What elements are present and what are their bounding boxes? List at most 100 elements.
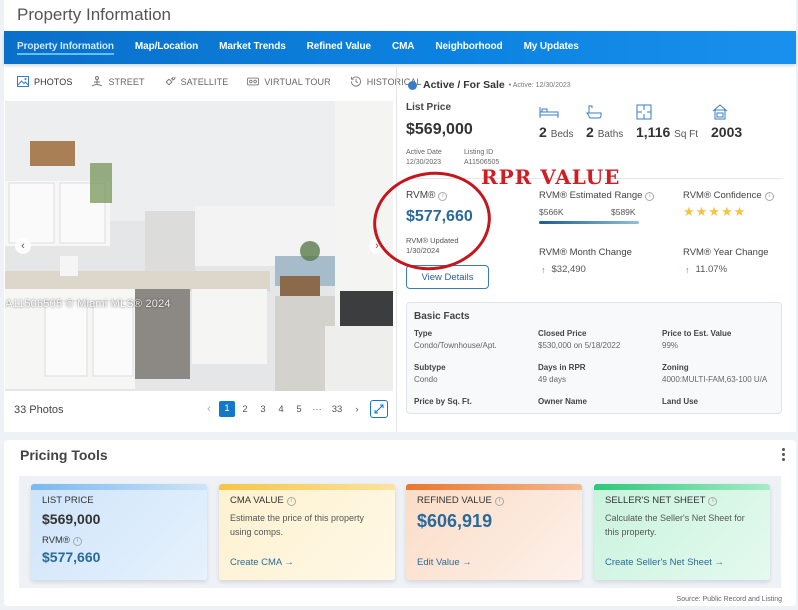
card-seller-title-text: SELLER'S NET SHEET [605, 495, 706, 506]
tab-virtual-tour[interactable]: VIRTUAL TOUR [247, 76, 331, 87]
info-icon[interactable]: i [286, 497, 296, 506]
rvm-confidence-stars: ★★★★★ [683, 204, 747, 219]
pricing-tools-panel: Pricing Tools LIST PRICE $569,000 RVM® i … [4, 440, 796, 606]
rvm-year-change: ↑ 11.07% [685, 264, 727, 275]
pager-page-33[interactable]: 33 [326, 404, 348, 415]
fact-price-by-sqft: Price by Sq. Ft. [414, 396, 472, 408]
info-icon[interactable]: i [764, 192, 774, 201]
rvm-month-change-value: $32,490 [551, 264, 586, 275]
fact-zoning: Zoning 4000:MULTI-FAM,63-100 U/A [662, 362, 767, 386]
card-sellers-net-sheet: SELLER'S NET SHEET i Calculate the Seller… [594, 484, 770, 580]
active-date-value: 12/30/2023 [406, 159, 442, 166]
fact-key: Closed Price [538, 329, 587, 338]
card-cma-desc: Estimate the price of this property usin… [230, 513, 365, 537]
image-icon [17, 76, 29, 87]
tab-street[interactable]: STREET [91, 76, 144, 87]
card-cma-title: CMA VALUE i [230, 495, 385, 506]
listing-status: Active / For Sale • Active: 12/30/2023 [408, 79, 571, 91]
nav-neighborhood[interactable]: Neighborhood [435, 41, 502, 54]
fact-key: Zoning [662, 363, 689, 372]
sqft-unit: Sq Ft [674, 129, 699, 140]
tab-satellite-label: SATELLITE [180, 76, 229, 87]
pager-next[interactable]: › [348, 404, 366, 415]
nav-market-trends[interactable]: Market Trends [219, 41, 286, 54]
info-icon[interactable]: i [708, 497, 718, 506]
property-photo[interactable]: ‹ › A11506505 © Miami MLS® 2024 [5, 101, 393, 391]
photo-prev-button[interactable]: ‹ [15, 238, 31, 254]
annotation-rpr-value: RPR VALUE [481, 165, 621, 189]
card-list-price-title: LIST PRICE [42, 495, 94, 506]
create-cma-link[interactable]: Create CMA → [230, 557, 294, 568]
pager-page-1[interactable]: 1 [219, 401, 235, 417]
basic-facts-card: Basic Facts Type Condo/Townhouse/Apt. Clo… [406, 302, 782, 414]
basic-facts-title: Basic Facts [414, 311, 470, 322]
bed-icon [539, 107, 559, 118]
edit-value-link[interactable]: Edit Value → [417, 557, 472, 568]
nav-property-information[interactable]: Property Information [17, 41, 114, 55]
status-label: Active / For Sale [423, 79, 505, 91]
fact-value: 99% [662, 341, 679, 350]
pager-page-4[interactable]: 4 [272, 404, 290, 415]
nav-my-updates[interactable]: My Updates [524, 41, 579, 54]
more-options-icon[interactable] [780, 448, 786, 463]
card-list-price-value: $569,000 [42, 511, 101, 527]
source-note: Source: Public Record and Listing [676, 596, 782, 603]
rvm-range-label-text: RVM® Estimated Range [539, 190, 643, 201]
card-rvm-label: RVM® i [42, 535, 197, 546]
rvm-month-change-label: RVM® Month Change [539, 247, 632, 258]
rvm-year-change-label: RVM® Year Change [683, 247, 769, 258]
fact-owner-name: Owner Name [538, 396, 587, 408]
pager-page-5[interactable]: 5 [290, 404, 308, 415]
nav-refined-value[interactable]: Refined Value [307, 41, 371, 54]
expand-icon [374, 404, 384, 414]
rvm-month-change: ↑ $32,490 [541, 264, 586, 275]
info-icon[interactable]: i [72, 537, 82, 546]
fact-closed-price: Closed Price $530,000 on 5/18/2022 [538, 328, 620, 352]
pager-prev[interactable]: ‹ [200, 403, 218, 415]
arrow-up-icon: ↑ [541, 264, 546, 275]
bath-icon [586, 105, 602, 119]
beds-unit: Beds [550, 129, 574, 140]
card-list-price: LIST PRICE $569,000 RVM® i $577,660 [31, 484, 207, 580]
fact-days-in-rpr: Days in RPR 49 days [538, 362, 586, 386]
pager-ellipsis: ··· [312, 403, 322, 415]
fact-price-to-est-value: Price to Est. Value 99% [662, 328, 731, 352]
status-active-date: • Active: 12/30/2023 [508, 81, 571, 89]
card-seller-desc: Calculate the Seller's Net Sheet for thi… [605, 513, 745, 537]
status-dot-icon [408, 80, 417, 90]
info-icon[interactable]: i [494, 497, 504, 506]
fact-value: Condo/Townhouse/Apt. [414, 341, 497, 350]
baths-value: 2 [586, 124, 594, 140]
expand-photo-button[interactable] [370, 400, 388, 418]
fact-subtype: Subtype Condo [414, 362, 446, 386]
street-view-icon [92, 76, 103, 87]
rvm-confidence-label: RVM® Confidence i [683, 190, 774, 201]
media-tabs: PHOTOS STREET SATELLITE VIRTUAL TOUR HIS… [17, 76, 441, 87]
card-cma-value: CMA VALUE i Estimate the price of this pr… [219, 484, 395, 580]
year-built-value: 2003 [711, 124, 743, 140]
nav-map-location[interactable]: Map/Location [135, 41, 198, 54]
virtual-tour-icon [247, 77, 260, 86]
info-icon[interactable]: i [645, 192, 655, 201]
rvm-confidence-label-text: RVM® Confidence [683, 190, 762, 201]
floorplan-icon [636, 104, 652, 120]
satellite-icon [165, 76, 176, 86]
create-sellers-net-sheet-link[interactable]: Create Seller's Net Sheet → [605, 557, 724, 568]
tab-street-label: STREET [108, 76, 145, 87]
pager-page-3[interactable]: 3 [254, 404, 272, 415]
arrow-up-icon: ↑ [685, 264, 690, 275]
fact-type: Type Condo/Townhouse/Apt. [414, 328, 497, 352]
pager-page-2[interactable]: 2 [236, 404, 254, 415]
fact-value: $530,000 on 5/18/2022 [538, 341, 621, 350]
fact-key: Price by Sq. Ft. [414, 397, 472, 406]
tab-photos[interactable]: PHOTOS [17, 76, 72, 87]
active-date: Active Date 12/30/2023 [406, 148, 442, 168]
card-cma-title-text: CMA VALUE [230, 495, 284, 506]
rvm-range-bar [539, 221, 639, 224]
nav-cma[interactable]: CMA [392, 41, 415, 54]
photo-pager: ‹ 1 2 3 4 5 ··· 33 › [200, 400, 388, 418]
fact-key: Price to Est. Value [662, 329, 732, 338]
fact-land-use: Land Use [662, 396, 698, 408]
tab-satellite[interactable]: SATELLITE [164, 76, 229, 87]
feature-baths: 2 Baths [586, 104, 623, 140]
